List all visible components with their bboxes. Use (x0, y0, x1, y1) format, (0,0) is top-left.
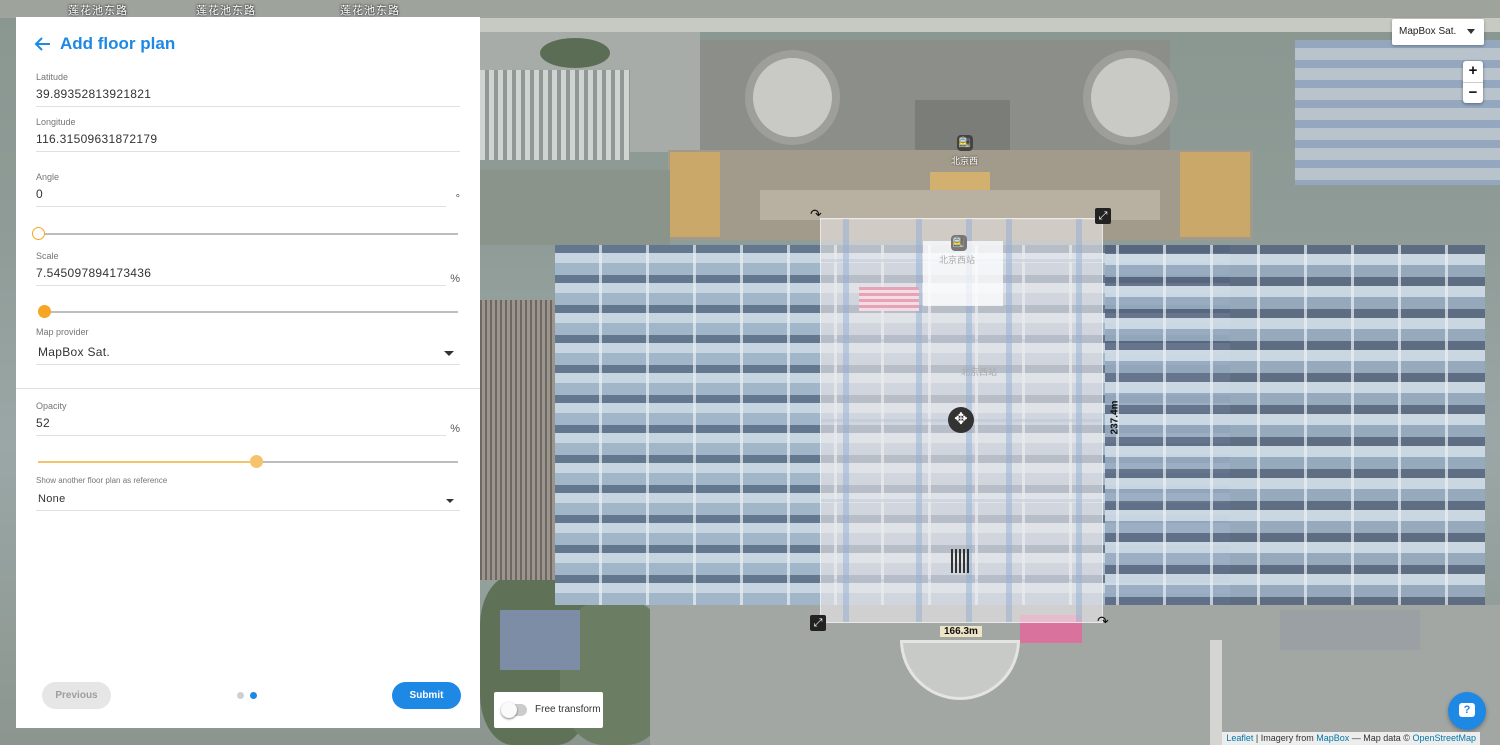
scale-field: Scale 7.545097894173436 % (36, 251, 460, 286)
railway-station-icon: 🚉 (951, 235, 967, 251)
map-provider-label: Map provider (36, 327, 89, 337)
tree-cluster (540, 38, 610, 68)
attribution-text: — Map data © (1349, 733, 1413, 743)
rotate-handle-icon[interactable]: ↷ (810, 206, 822, 223)
step-dot-active[interactable] (250, 692, 257, 699)
rotate-handle-icon[interactable]: ↷ (1097, 613, 1109, 630)
building-block (480, 170, 670, 245)
angle-input[interactable]: 0 (36, 187, 446, 207)
scale-input[interactable]: 7.545097894173436 (36, 266, 446, 286)
help-chat-button[interactable]: ? (1448, 692, 1486, 730)
scale-slider-thumb[interactable] (38, 305, 52, 318)
station-label: 北京西 (951, 156, 979, 166)
street-label: 莲花池东路 (340, 5, 400, 17)
move-handle-icon[interactable]: ✥ (948, 407, 974, 433)
street-label: 莲花池东路 (196, 5, 256, 17)
arrow-left-icon[interactable] (34, 35, 52, 53)
divider (16, 388, 480, 389)
latitude-field: Latitude 39.89352813921821 (36, 72, 460, 107)
floor-plan-panel: Add floor plan Latitude 39.8935281392182… (16, 17, 480, 728)
station-label: 北京西站 (961, 367, 998, 377)
angle-field: Angle 0 ° (36, 172, 460, 207)
longitude-label: Longitude (36, 117, 76, 127)
page-title: Add floor plan (60, 34, 176, 53)
floor-plan-stairs (951, 549, 969, 573)
map-provider-select[interactable]: MapBox Sat. (36, 345, 460, 365)
reference-floor-plan-label: Show another floor plan as reference (36, 476, 168, 485)
angle-slider[interactable] (32, 227, 458, 240)
panel-header: Add floor plan (34, 34, 175, 54)
opacity-label: Opacity (36, 401, 67, 411)
parking-lot (480, 70, 630, 160)
chevron-down-icon (1467, 29, 1475, 34)
opacity-input[interactable]: 52 (36, 416, 446, 436)
chevron-down-icon (446, 499, 454, 503)
scale-unit: % (450, 273, 460, 285)
toggle-knob (501, 702, 517, 718)
map-attribution: Leaflet | Imagery from MapBox — Map data… (1222, 732, 1480, 745)
width-dimension-label: 166.3m (940, 626, 982, 637)
overlay-row (821, 579, 1102, 582)
slider-fill (38, 461, 257, 463)
station-label: 北京西站 (939, 255, 976, 265)
scale-label: Scale (36, 251, 59, 261)
zoom-control: + − (1463, 61, 1483, 103)
station-tower (1180, 152, 1250, 237)
roundabout (745, 50, 840, 145)
resize-handle-icon[interactable]: ⤢ (810, 615, 826, 631)
railway-tracks (480, 300, 555, 580)
zoom-in-button[interactable]: + (1463, 61, 1483, 82)
longitude-input[interactable]: 116.31509631872179 (36, 132, 460, 152)
map-provider-field: Map provider MapBox Sat. (36, 327, 460, 365)
mapbox-link[interactable]: MapBox (1316, 733, 1349, 743)
road (1210, 640, 1222, 745)
overlay-row (821, 499, 1102, 502)
opacity-slider[interactable] (38, 455, 458, 468)
zoom-out-button[interactable]: − (1463, 82, 1483, 103)
submit-button[interactable]: Submit (392, 682, 461, 709)
longitude-field: Longitude 116.31509631872179 (36, 117, 460, 152)
floor-plan-room (859, 287, 919, 311)
overlay-row (821, 339, 1102, 342)
opacity-field: Opacity 52 % (36, 401, 460, 436)
free-transform-control: Free transform (494, 692, 603, 728)
reference-floor-plan-select[interactable]: None (36, 493, 460, 511)
road (480, 18, 1500, 32)
leaflet-link[interactable]: Leaflet (1226, 733, 1253, 743)
openstreetmap-link[interactable]: OpenStreetMap (1412, 733, 1476, 743)
scale-slider[interactable] (38, 305, 458, 318)
free-transform-toggle[interactable] (501, 702, 527, 718)
street-label: 莲花池东路 (68, 5, 128, 17)
chevron-down-icon (444, 351, 454, 356)
station-tower (670, 152, 720, 237)
latitude-input[interactable]: 39.89352813921821 (36, 87, 460, 107)
free-transform-label: Free transform (535, 704, 601, 715)
opacity-slider-thumb[interactable] (250, 455, 264, 468)
opacity-unit: % (450, 423, 460, 435)
attribution-text: | Imagery from (1253, 733, 1317, 743)
help-chat-icon: ? (1459, 703, 1475, 717)
step-dot[interactable] (237, 692, 244, 699)
angle-unit: ° (455, 193, 460, 205)
roundabout (1083, 50, 1178, 145)
step-indicator (237, 692, 257, 699)
map-provider-dropdown[interactable]: MapBox Sat. (1392, 19, 1484, 45)
map-provider-dropdown-label: MapBox Sat. (1399, 26, 1457, 37)
latitude-label: Latitude (36, 72, 69, 82)
previous-button[interactable]: Previous (42, 682, 111, 709)
reference-floor-plan-field: Show another floor plan as reference Non… (36, 476, 460, 511)
building-block (500, 610, 580, 670)
resize-handle-icon[interactable]: ⤢ (1095, 208, 1111, 224)
angle-label: Angle (36, 172, 60, 182)
railway-station-icon: 🚉 (957, 135, 973, 151)
building-block (1280, 610, 1420, 650)
angle-slider-thumb[interactable] (32, 227, 45, 240)
height-dimension-label: 237.4m (1109, 400, 1121, 435)
